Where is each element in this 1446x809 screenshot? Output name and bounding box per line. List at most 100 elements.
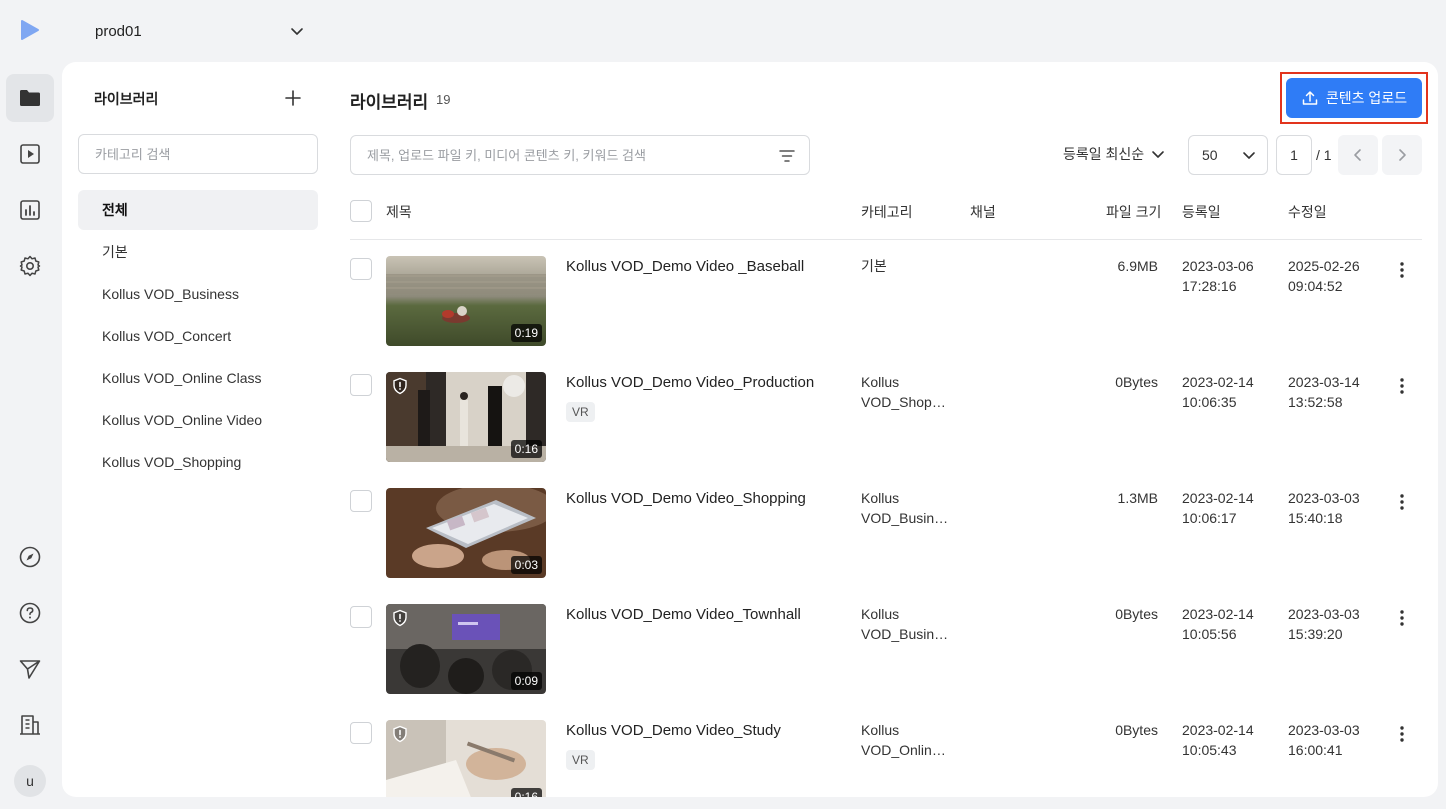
upload-content-label: 콘텐츠 업로드: [1325, 90, 1408, 106]
video-modified: 2023-03-03 15:40:18: [1288, 488, 1360, 528]
filter-icon[interactable]: [778, 147, 796, 165]
video-modified: 2023-03-03 16:00:41: [1288, 720, 1360, 760]
page-number-input[interactable]: [1276, 135, 1312, 175]
registered-time: 10:06:17: [1182, 510, 1237, 526]
category-item-label: Kollus VOD_Concert: [102, 328, 232, 344]
chevron-right-icon: [1394, 147, 1410, 163]
row-checkbox[interactable]: [350, 606, 372, 628]
category-line: VOD_Shopping: [861, 394, 953, 410]
nav-company[interactable]: [6, 701, 54, 749]
row-menu-button[interactable]: [1392, 492, 1412, 512]
nav-player[interactable]: [6, 130, 54, 178]
row-menu-button[interactable]: [1392, 376, 1412, 396]
header-channel[interactable]: 채널: [970, 202, 996, 222]
add-category-button[interactable]: [283, 88, 303, 108]
header-category[interactable]: 카테고리: [861, 202, 913, 222]
video-registered: 2023-02-14 10:06:17: [1182, 488, 1254, 528]
workspace-selector[interactable]: prod01: [95, 20, 305, 42]
registered-date: 2023-02-14: [1182, 374, 1254, 390]
row-checkbox[interactable]: [350, 722, 372, 744]
prev-page-button[interactable]: [1338, 135, 1378, 175]
workspace-name: prod01: [95, 22, 142, 40]
video-duration: 0:03: [510, 556, 542, 574]
chevron-left-icon: [1350, 147, 1366, 163]
category-search-input[interactable]: [78, 134, 318, 174]
modified-date: 2023-03-03: [1288, 606, 1360, 622]
avatar[interactable]: u: [14, 765, 46, 797]
row-checkbox[interactable]: [350, 258, 372, 280]
play-icon: [18, 142, 42, 166]
video-registered: 2023-02-14 10:05:43: [1182, 720, 1254, 760]
video-title[interactable]: Kollus VOD_Demo Video_Shopping: [566, 490, 806, 507]
nav-settings[interactable]: [6, 242, 54, 290]
nav-guide[interactable]: [6, 533, 54, 581]
nav-library[interactable]: [6, 74, 54, 122]
registered-date: 2023-02-14: [1182, 490, 1254, 506]
category-pane: 라이브러리 전체 기본 Kollus VOD_Business Kollus V…: [62, 62, 332, 797]
row-checkbox[interactable]: [350, 374, 372, 396]
video-modified: 2023-03-03 15:39:20: [1288, 604, 1360, 644]
video-thumbnail[interactable]: 0:16: [386, 372, 546, 462]
category-line: Kollus: [861, 374, 900, 390]
content-search-input[interactable]: [351, 136, 761, 174]
header-title[interactable]: 제목: [386, 202, 412, 222]
drm-shield-icon: [392, 609, 408, 627]
more-vertical-icon: [1400, 610, 1404, 626]
video-title[interactable]: Kollus VOD_Demo Video_Study: [566, 722, 781, 739]
header-registered[interactable]: 등록일: [1182, 202, 1221, 222]
modified-date: 2023-03-14: [1288, 374, 1360, 390]
header-modified[interactable]: 수정일: [1288, 202, 1327, 222]
video-registered: 2023-02-14 10:06:35: [1182, 372, 1254, 412]
table-row[interactable]: 0:09 Kollus VOD_Demo Video_Townhall Koll…: [350, 588, 1422, 704]
video-title[interactable]: Kollus VOD_Demo Video_Townhall: [566, 606, 801, 623]
row-menu-button[interactable]: [1392, 724, 1412, 744]
send-icon: [18, 657, 42, 681]
row-menu-button[interactable]: [1392, 608, 1412, 628]
vr-badge: VR: [566, 402, 595, 422]
upload-content-button[interactable]: 콘텐츠 업로드: [1286, 78, 1422, 118]
content-panel: 라이브러리 전체 기본 Kollus VOD_Business Kollus V…: [62, 62, 1438, 797]
video-thumbnail[interactable]: 0:16: [386, 720, 546, 797]
drm-shield-icon: [392, 725, 408, 743]
category-item-all[interactable]: 전체: [78, 190, 318, 230]
category-item-concert[interactable]: Kollus VOD_Concert: [78, 316, 318, 356]
nav-notice[interactable]: [6, 645, 54, 693]
video-thumbnail[interactable]: 0:09: [386, 604, 546, 694]
vr-badge: VR: [566, 750, 595, 770]
video-title[interactable]: Kollus VOD_Demo Video_Production: [566, 374, 814, 391]
video-duration: 0:09: [510, 672, 542, 690]
category-item-shopping[interactable]: Kollus VOD_Shopping: [78, 442, 318, 482]
video-duration: 0:19: [510, 324, 542, 342]
video-category: Kollus VOD_Online Class: [861, 720, 953, 760]
select-all-checkbox[interactable]: [350, 200, 372, 222]
modified-time: 13:52:58: [1288, 394, 1343, 410]
video-thumbnail[interactable]: 0:03: [386, 488, 546, 578]
table-row[interactable]: 0:16 Kollus VOD_Demo Video_Production VR…: [350, 356, 1422, 472]
sort-dropdown[interactable]: 등록일 최신순: [1063, 144, 1166, 164]
video-modified: 2023-03-14 13:52:58: [1288, 372, 1360, 412]
table-row[interactable]: 0:16 Kollus VOD_Demo Video_Study VR Koll…: [350, 704, 1422, 797]
app-logo-icon[interactable]: [20, 19, 40, 41]
table-row[interactable]: 0:03 Kollus VOD_Demo Video_Shopping Koll…: [350, 472, 1422, 588]
category-item-online-video[interactable]: Kollus VOD_Online Video: [78, 400, 318, 440]
video-thumbnail[interactable]: 0:19: [386, 256, 546, 346]
category-item-online-class[interactable]: Kollus VOD_Online Class: [78, 358, 318, 398]
row-checkbox[interactable]: [350, 490, 372, 512]
nav-help[interactable]: [6, 589, 54, 637]
page-total: / 1: [1316, 147, 1332, 163]
content-count: 19: [436, 92, 451, 107]
registered-time: 10:05:56: [1182, 626, 1237, 642]
table-row[interactable]: 0:19 Kollus VOD_Demo Video _Baseball 기본 …: [350, 240, 1422, 356]
category-item-basic[interactable]: 기본: [78, 232, 318, 272]
category-item-business[interactable]: Kollus VOD_Business: [78, 274, 318, 314]
nav-statistics[interactable]: [6, 186, 54, 234]
folder-icon: [18, 86, 42, 110]
more-vertical-icon: [1400, 494, 1404, 510]
page-size-select[interactable]: 50: [1188, 135, 1268, 175]
row-menu-button[interactable]: [1392, 260, 1412, 280]
category-item-label: Kollus VOD_Online Video: [102, 412, 263, 428]
video-title[interactable]: Kollus VOD_Demo Video _Baseball: [566, 258, 804, 275]
next-page-button[interactable]: [1382, 135, 1422, 175]
header-size[interactable]: 파일 크기: [1106, 202, 1161, 222]
registered-date: 2023-02-14: [1182, 606, 1254, 622]
